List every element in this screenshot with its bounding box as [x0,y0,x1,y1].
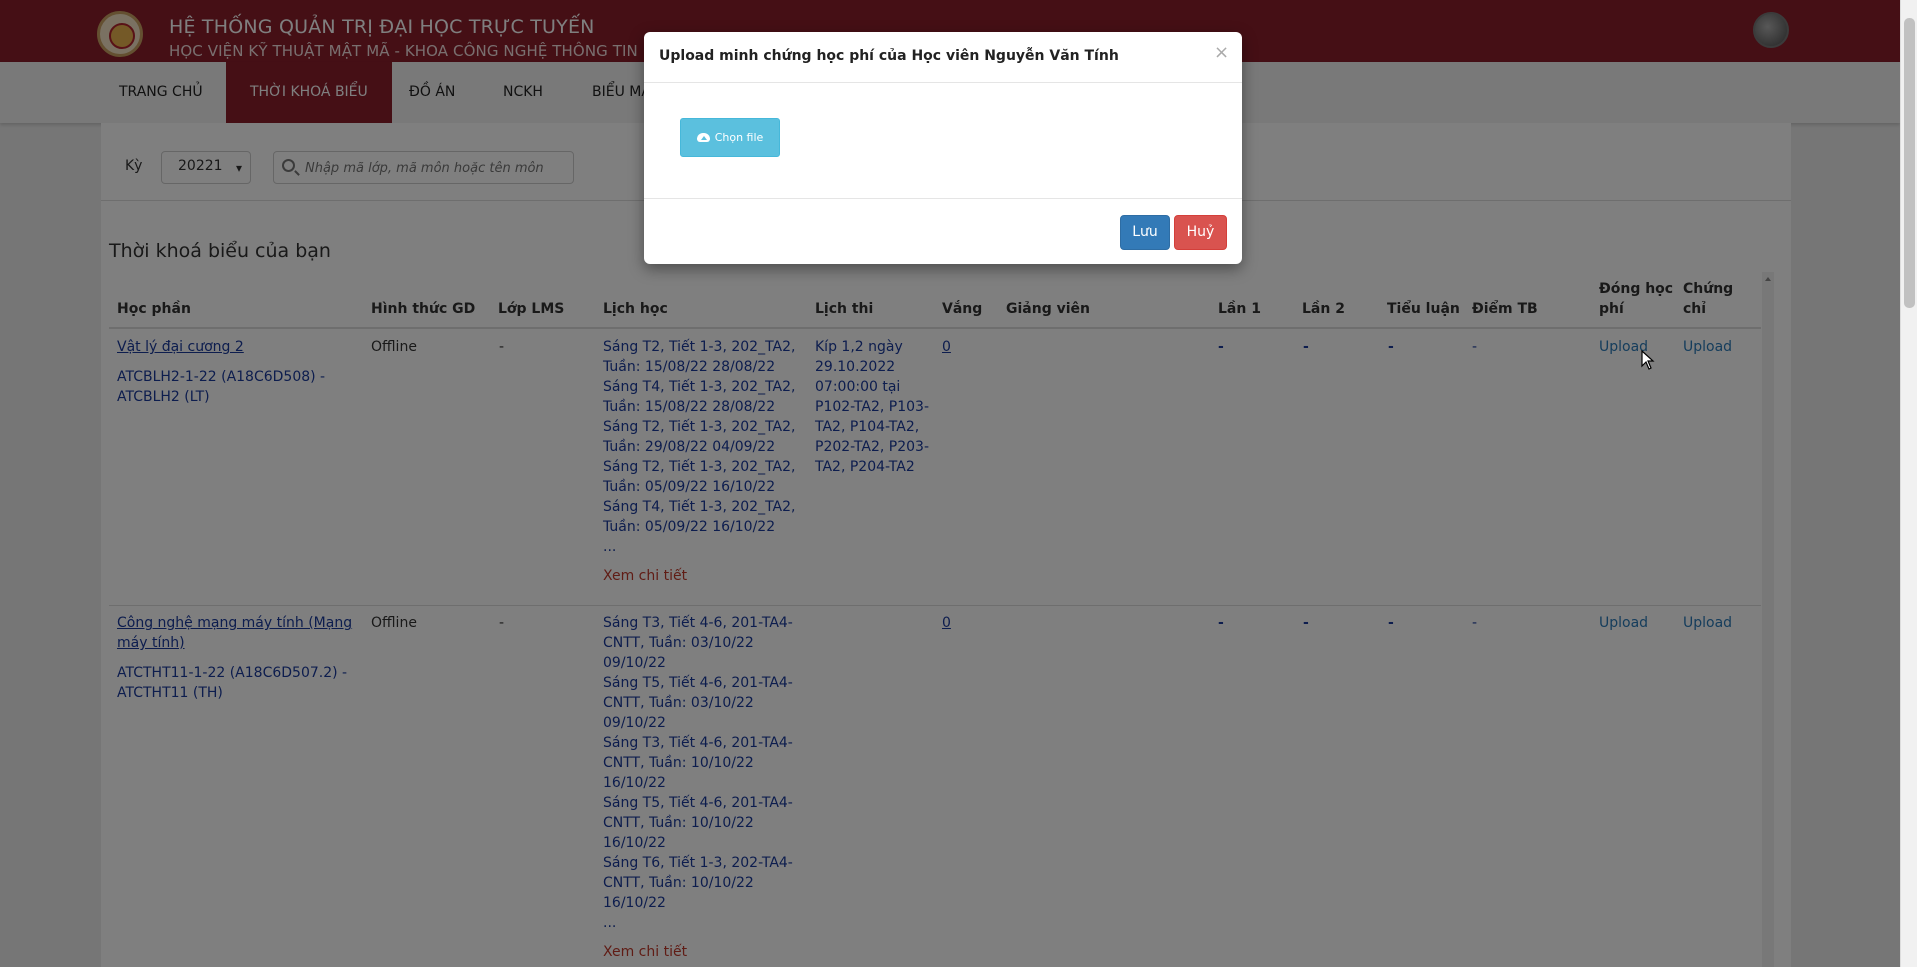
save-button[interactable]: Lưu [1120,215,1170,250]
close-icon[interactable]: × [1214,42,1229,63]
choose-file-button[interactable]: Chọn file [680,118,780,157]
page-scrollbar[interactable] [1900,0,1917,967]
cloud-upload-icon [696,133,710,142]
cancel-button[interactable]: Huỷ [1174,215,1227,250]
modal-title: Upload minh chứng học phí của Học viên N… [659,48,1119,64]
choose-file-label: Chọn file [714,131,764,144]
modal-header-divider [644,82,1242,83]
modal-footer-divider [644,198,1242,199]
page-scrollbar-thumb[interactable] [1904,18,1915,308]
upload-fee-modal: Upload minh chứng học phí của Học viên N… [644,32,1242,264]
